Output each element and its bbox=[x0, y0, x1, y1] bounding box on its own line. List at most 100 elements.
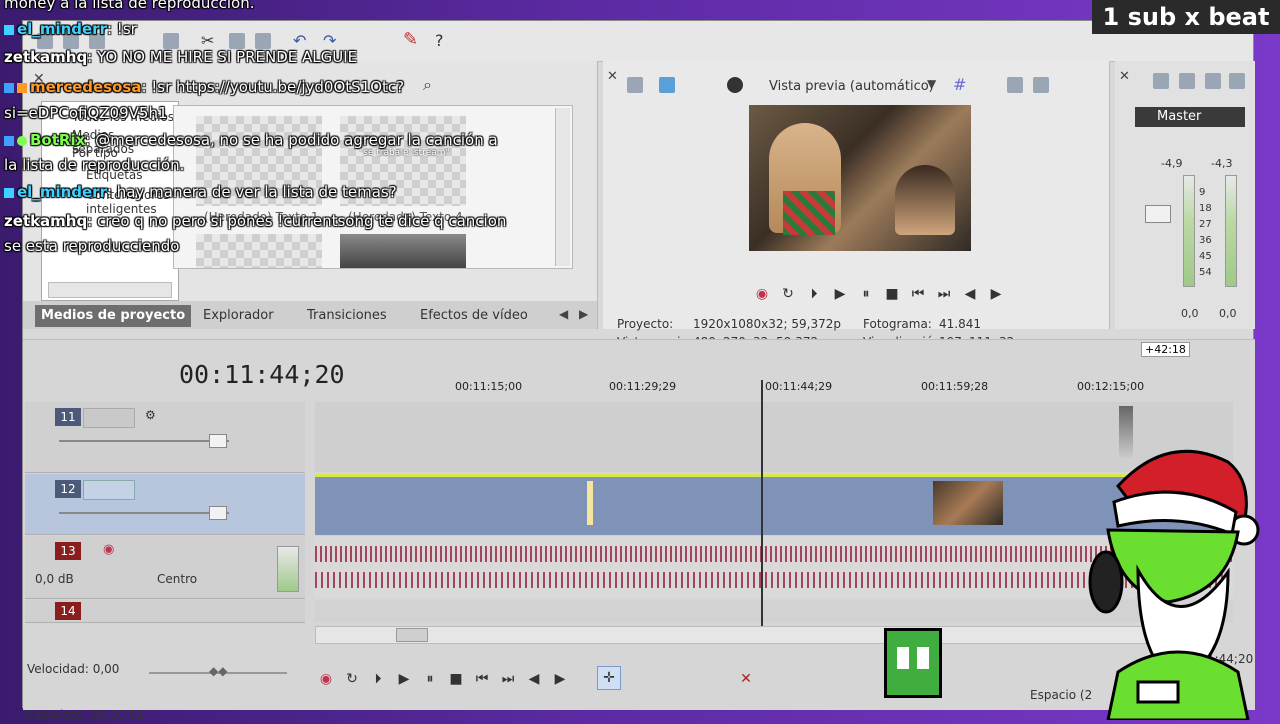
arm-record-icon[interactable]: ◉ bbox=[103, 542, 114, 557]
stop-icon[interactable]: ■ bbox=[445, 668, 467, 690]
ruler-label: 00:11:15;00 bbox=[455, 380, 523, 393]
play-icon[interactable]: ▶ bbox=[393, 668, 415, 690]
master-title: Master bbox=[1135, 107, 1245, 127]
grid-overlay-icon[interactable]: # bbox=[953, 75, 966, 94]
chevron-down-icon[interactable]: ▼ bbox=[927, 77, 936, 91]
chat-text: : @mercedesosa, no se ha podido agregar … bbox=[85, 131, 498, 149]
close-icon[interactable]: ✕ bbox=[607, 69, 618, 84]
bottom-left-level: 0,0 bbox=[1181, 307, 1199, 320]
chat-username: zetkamhq bbox=[4, 212, 88, 230]
playhead[interactable] bbox=[761, 380, 763, 636]
go-to-end-icon[interactable]: ⏭ bbox=[497, 668, 519, 690]
ruler-label: 00:12:15;00 bbox=[1077, 380, 1145, 393]
loop-icon[interactable]: ↻ bbox=[777, 283, 799, 305]
chat-text: : hay manera de ver la lista de temas? bbox=[106, 183, 397, 201]
slider-thumb[interactable] bbox=[209, 434, 227, 448]
go-to-start-icon[interactable]: ⏮ bbox=[907, 283, 929, 305]
tree-hscrollbar[interactable] bbox=[48, 282, 172, 298]
slider-thumb[interactable] bbox=[209, 506, 227, 520]
loop-icon[interactable]: ↻ bbox=[341, 668, 363, 690]
chat-line: el_minderr: !sr bbox=[4, 20, 137, 38]
volume-label: 0,0 dB bbox=[35, 572, 74, 586]
track-level-slider[interactable] bbox=[59, 512, 229, 514]
mascot-eye bbox=[917, 647, 929, 669]
preview-device-icon[interactable] bbox=[659, 77, 675, 93]
pause-icon[interactable]: ⏸ bbox=[855, 283, 877, 305]
prev-frame-icon[interactable]: ◀ bbox=[523, 668, 545, 690]
track-header-11[interactable]: 11 ⚙ bbox=[25, 402, 305, 473]
chat-line: money a la lista de reproducción. bbox=[4, 0, 255, 12]
play-icon[interactable]: ▶ bbox=[829, 283, 851, 305]
track-header-13[interactable]: 13 ◉ 0,0 dB Centro bbox=[25, 536, 305, 599]
record-icon[interactable]: ◉ bbox=[751, 283, 773, 305]
chat-line: se esta reproducciendo bbox=[4, 237, 180, 255]
prev-frame-icon[interactable]: ◀ bbox=[959, 283, 981, 305]
split-screen-icon[interactable] bbox=[727, 77, 743, 93]
tab-explorer[interactable]: Explorador bbox=[203, 305, 274, 327]
thumbs-vscrollbar[interactable] bbox=[555, 108, 570, 266]
preview-quality-select[interactable]: Vista previa (automático) bbox=[769, 79, 934, 94]
crown-badge-icon bbox=[17, 82, 27, 93]
person-outfit bbox=[783, 191, 835, 235]
frame-label: Fotograma: bbox=[863, 317, 932, 331]
track-header-14[interactable]: 14 bbox=[25, 600, 305, 623]
db-right: -4,3 bbox=[1211, 157, 1233, 170]
play-from-start-icon[interactable]: ⏵ bbox=[803, 283, 825, 305]
frame-value: 41.841 bbox=[939, 317, 981, 331]
chat-text: : YO NO ME HIRE SI PRENDE ALGUIE bbox=[87, 48, 358, 66]
go-to-start-icon[interactable]: ⏮ bbox=[471, 668, 493, 690]
track-name-field[interactable] bbox=[83, 408, 135, 428]
track-number: 14 bbox=[55, 602, 81, 620]
tab-scroll-left-icon[interactable]: ◀ bbox=[559, 307, 568, 321]
chat-username: zetkamhq bbox=[4, 48, 88, 66]
stream-overlay-subtitle: 1 sub x beat bbox=[1092, 0, 1280, 34]
db-left: -4,9 bbox=[1161, 157, 1183, 170]
video-clip-edge[interactable] bbox=[587, 481, 593, 525]
tab-video-fx[interactable]: Efectos de vídeo bbox=[420, 305, 528, 327]
next-frame-icon[interactable]: ▶ bbox=[549, 668, 571, 690]
chat-line: la lista de reproducción. bbox=[4, 156, 185, 174]
track-header-12[interactable]: 12 bbox=[25, 474, 305, 535]
chat-username: BotRix bbox=[30, 131, 86, 149]
subscriber-badge-icon bbox=[4, 24, 14, 35]
tab-transitions[interactable]: Transiciones bbox=[307, 305, 387, 327]
normal-edit-tool-icon[interactable]: ✛ bbox=[597, 666, 621, 690]
next-frame-icon[interactable]: ▶ bbox=[985, 283, 1007, 305]
person-figure bbox=[895, 165, 955, 235]
master-fader[interactable] bbox=[1145, 205, 1171, 223]
chat-username: el_minderr bbox=[17, 20, 107, 38]
copy-snapshot-icon[interactable] bbox=[1007, 77, 1023, 93]
close-icon[interactable]: ✕ bbox=[1119, 69, 1130, 84]
stop-icon[interactable]: ■ bbox=[881, 283, 903, 305]
downmix-icon[interactable] bbox=[1179, 73, 1195, 89]
scale-mark: 9 bbox=[1199, 187, 1206, 198]
delete-icon[interactable]: ✕ bbox=[735, 668, 757, 690]
pause-icon[interactable]: ⏸ bbox=[419, 668, 441, 690]
ruler-label: 00:11:59;28 bbox=[921, 380, 989, 393]
tab-project-media[interactable]: Medios de proyecto bbox=[35, 305, 192, 327]
scale-mark: 18 bbox=[1199, 203, 1212, 214]
santa-mascot-overlay bbox=[1078, 442, 1280, 722]
mixer-icon[interactable] bbox=[1229, 73, 1245, 89]
track-fx-icon[interactable]: ⚙ bbox=[145, 408, 156, 422]
timeline-ruler[interactable]: 00:11:15;00 00:11:29;29 00:11:44;29 00:1… bbox=[315, 380, 1233, 400]
moderator-badge-icon bbox=[4, 135, 14, 146]
stream-chat-overlay: money a la lista de reproducción. el_min… bbox=[0, 0, 520, 260]
pixel-mascot-icon bbox=[884, 628, 942, 698]
meter-left bbox=[1183, 175, 1195, 287]
bus-settings-icon[interactable] bbox=[1153, 73, 1169, 89]
project-settings-icon[interactable] bbox=[627, 77, 643, 93]
go-to-end-icon[interactable]: ⏭ bbox=[933, 283, 955, 305]
dim-icon[interactable] bbox=[1205, 73, 1221, 89]
track-name-field[interactable] bbox=[83, 480, 135, 500]
video-clip[interactable] bbox=[933, 481, 1003, 525]
record-icon[interactable]: ◉ bbox=[315, 668, 337, 690]
tab-scroll-right-icon[interactable]: ▶ bbox=[579, 307, 588, 321]
ruler-label: 00:11:44;29 bbox=[765, 380, 833, 393]
track-level-slider[interactable] bbox=[59, 440, 229, 442]
save-snapshot-icon[interactable] bbox=[1033, 77, 1049, 93]
chat-line: zetkamhq: YO NO ME HIRE SI PRENDE ALGUIE bbox=[4, 48, 357, 66]
play-from-start-icon[interactable]: ⏵ bbox=[367, 668, 389, 690]
velocity-thumb-icon[interactable]: ◆◆ bbox=[209, 664, 227, 678]
track-number: 13 bbox=[55, 542, 81, 560]
